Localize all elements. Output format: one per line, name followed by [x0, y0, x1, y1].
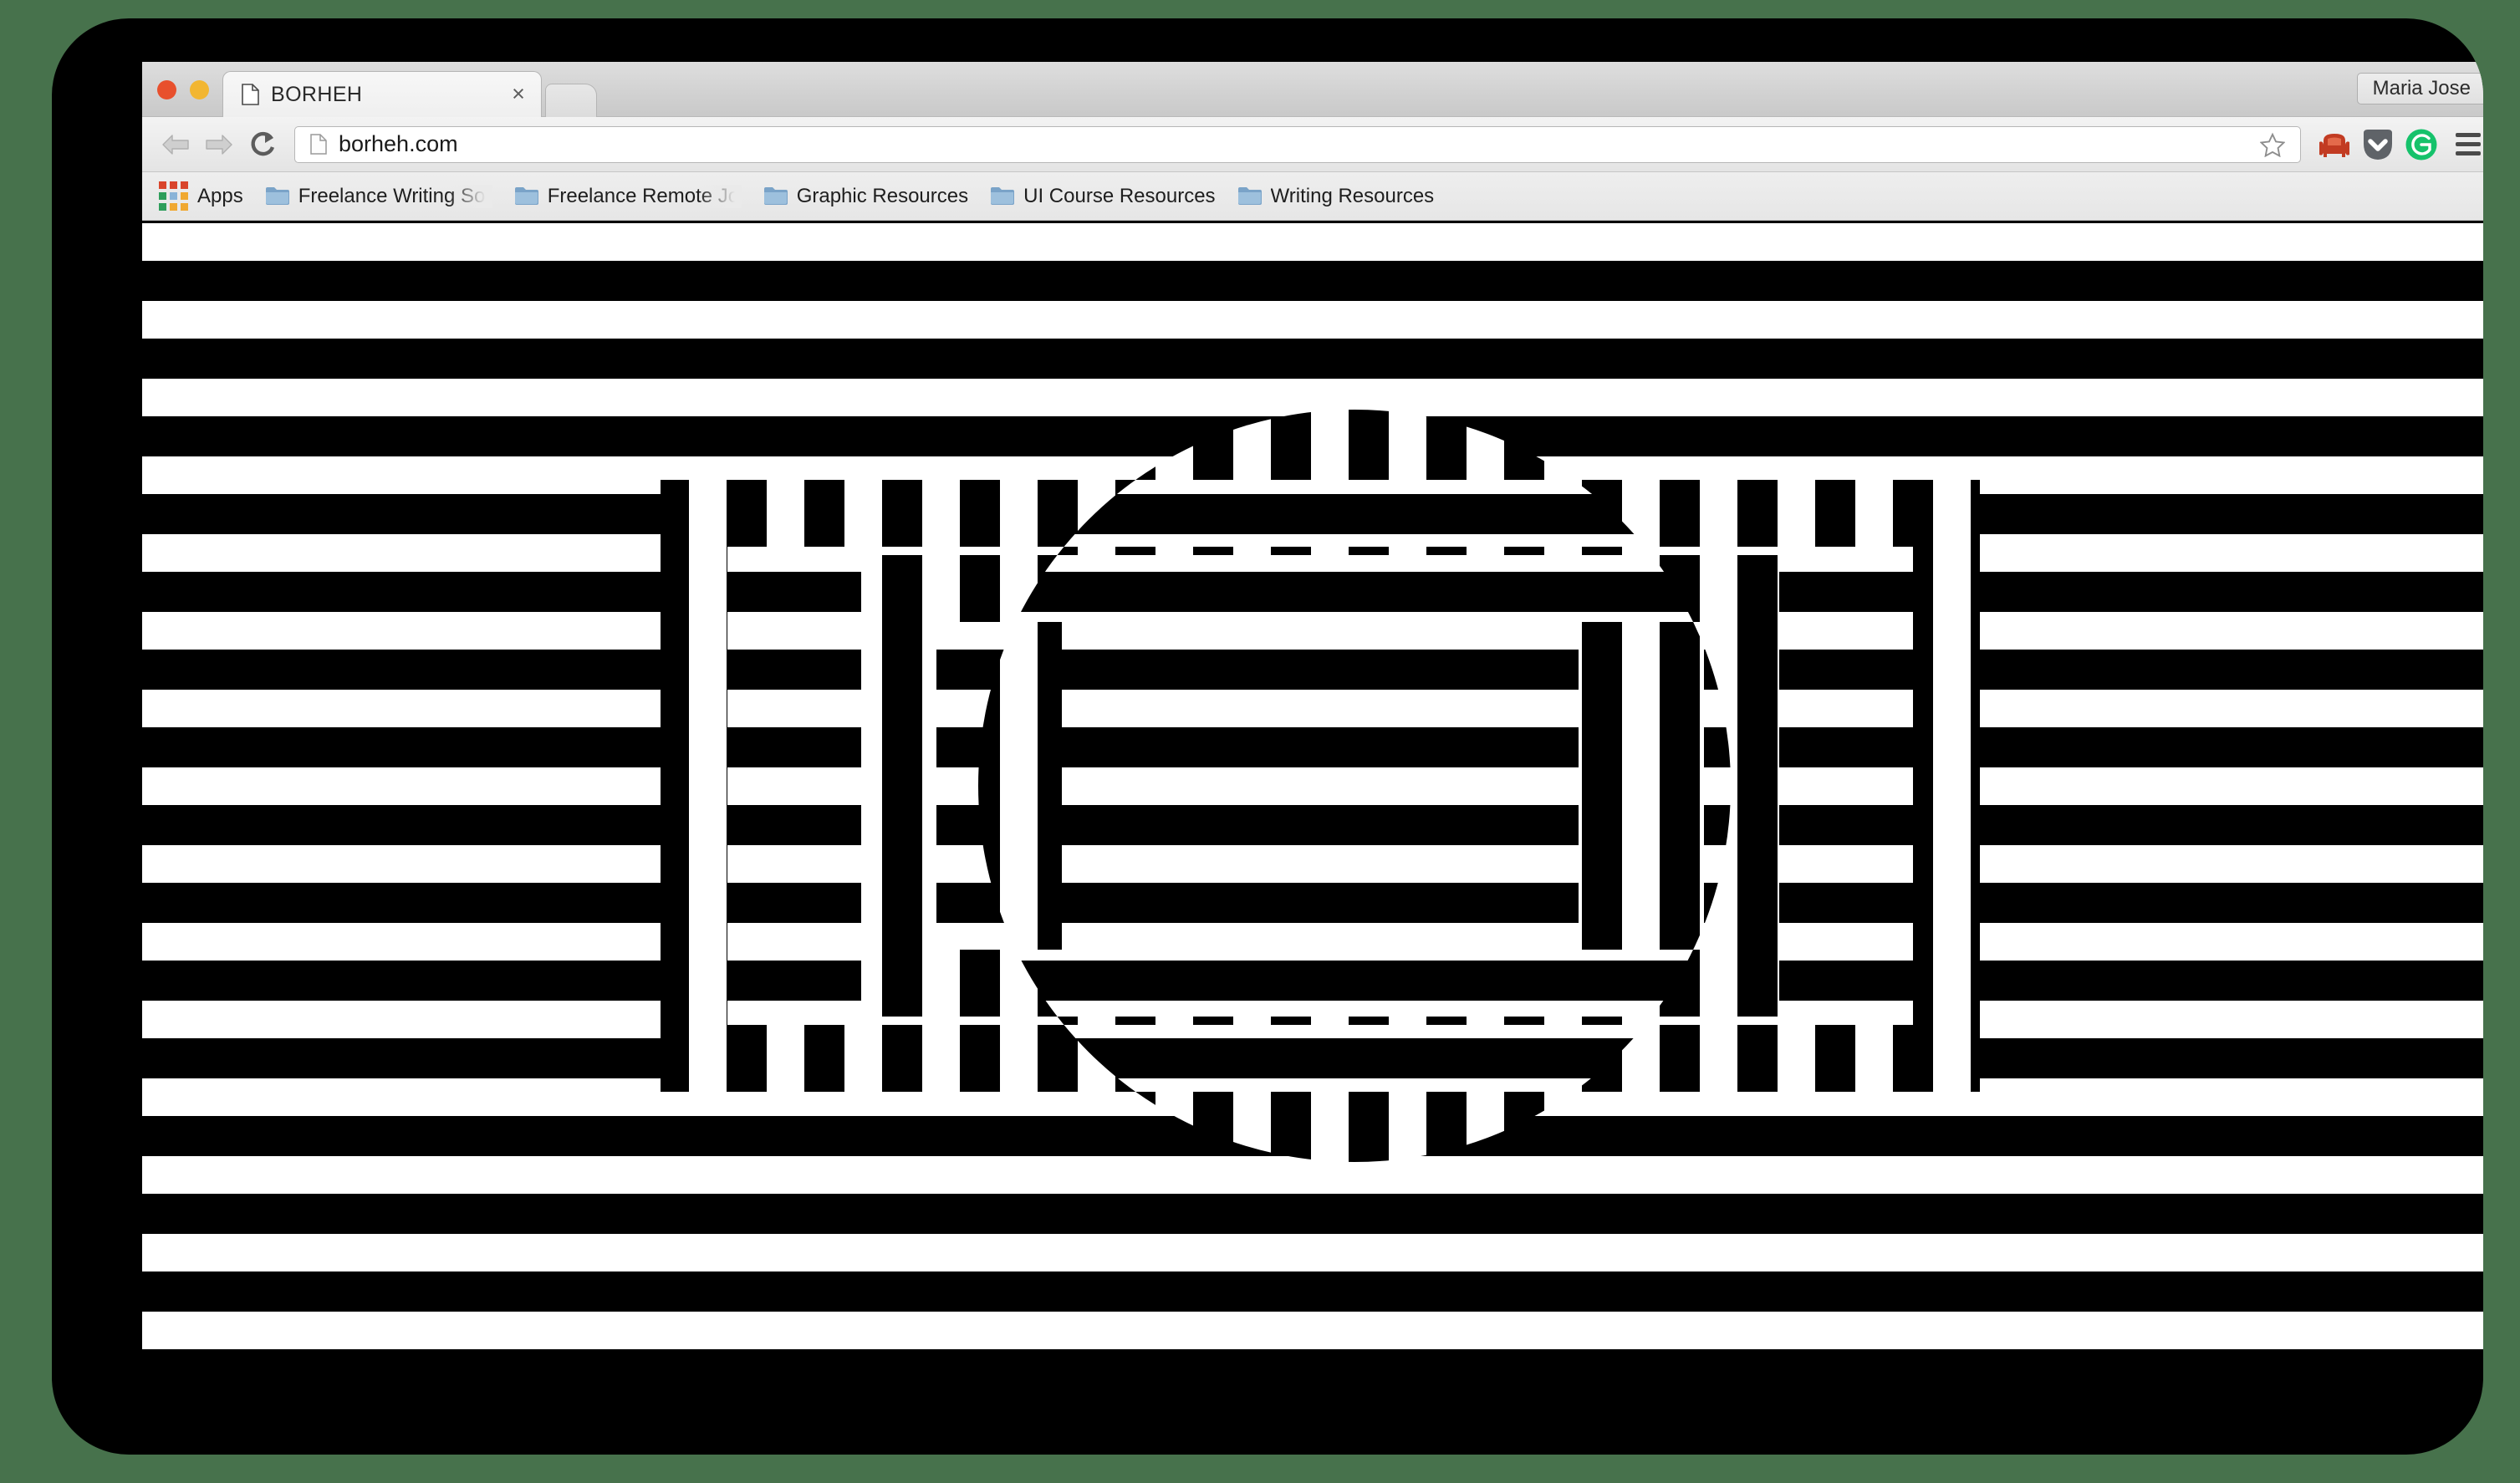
- url-text: borheh.com: [339, 131, 458, 156]
- tab-borheh[interactable]: BORHEH ×: [222, 71, 542, 117]
- close-window-button[interactable]: [157, 80, 176, 99]
- medallion-core: [1137, 680, 1503, 891]
- address-bar[interactable]: borheh.com: [294, 125, 2301, 163]
- op-art-striped-medallion: [142, 221, 2483, 1351]
- bookmark-label: Writing Resources: [1270, 184, 1435, 207]
- arrow-right-icon: [206, 134, 232, 155]
- device-bezel: BORHEH × Maria Jose borheh.com Apps Free…: [52, 18, 2483, 1455]
- folder-icon: [265, 187, 289, 205]
- folder-icon: [514, 187, 538, 205]
- bookmark-writing-resources[interactable]: Writing Resources: [1237, 184, 1435, 208]
- reload-button[interactable]: [241, 123, 284, 166]
- bookmark-label: Graphic Resources: [796, 184, 969, 207]
- bookmark-ui-course-resources[interactable]: UI Course Resources: [990, 184, 1216, 208]
- profile-name: Maria Jose: [2372, 77, 2471, 99]
- hamburger-line: [2456, 151, 2481, 155]
- browser-toolbar: borheh.com: [142, 117, 2483, 172]
- grammarly-icon: [2405, 129, 2437, 160]
- new-tab-button[interactable]: [545, 84, 597, 117]
- extension-armchair-icon[interactable]: [2316, 126, 2353, 163]
- bookmark-freelance-remote-jobs[interactable]: Freelance Remote Jobs: [514, 184, 742, 208]
- page-content: [142, 221, 2483, 1351]
- arrow-left-icon: [162, 134, 189, 155]
- close-tab-button[interactable]: ×: [508, 83, 529, 105]
- bookmark-label: Freelance Remote Jobs: [547, 184, 742, 207]
- document-icon: [242, 84, 259, 105]
- folder-icon: [991, 187, 1015, 205]
- apps-grid-icon: [159, 181, 188, 211]
- browser-menu-button[interactable]: [2450, 126, 2483, 163]
- bookmarks-bar: Apps Freelance Writing Sources Freelance…: [142, 172, 2483, 221]
- extension-pocket-icon[interactable]: [2359, 126, 2396, 163]
- back-button[interactable]: [154, 123, 197, 166]
- folder-icon: [763, 187, 788, 205]
- tab-title: BORHEH: [271, 82, 363, 106]
- hamburger-line: [2456, 142, 2481, 146]
- hamburger-line: [2456, 133, 2481, 137]
- page-document-icon: [310, 134, 327, 155]
- forward-button[interactable]: [197, 123, 241, 166]
- bookmark-label: UI Course Resources: [1023, 184, 1216, 207]
- bookmark-label: Freelance Writing Sources: [298, 184, 492, 207]
- armchair-icon: [2319, 133, 2349, 157]
- tab-strip: BORHEH × Maria Jose: [142, 62, 2483, 117]
- reload-icon: [251, 131, 275, 155]
- bookmark-graphic-resources[interactable]: Graphic Resources: [763, 185, 968, 208]
- minimize-window-button[interactable]: [190, 80, 209, 99]
- browser-window: BORHEH × Maria Jose borheh.com Apps Free…: [142, 62, 2483, 1351]
- pocket-icon: [2364, 129, 2392, 160]
- bookmark-freelance-writing-sources[interactable]: Freelance Writing Sources: [265, 184, 492, 208]
- bookmark-label: Apps: [197, 184, 243, 207]
- profile-button[interactable]: Maria Jose: [2356, 73, 2483, 104]
- folder-icon: [1237, 187, 1262, 205]
- bookmark-star-icon[interactable]: [2260, 132, 2285, 157]
- extension-grammarly-icon[interactable]: [2403, 126, 2440, 163]
- bookmark-apps[interactable]: Apps: [159, 181, 243, 211]
- tab-row: BORHEH ×: [222, 71, 597, 117]
